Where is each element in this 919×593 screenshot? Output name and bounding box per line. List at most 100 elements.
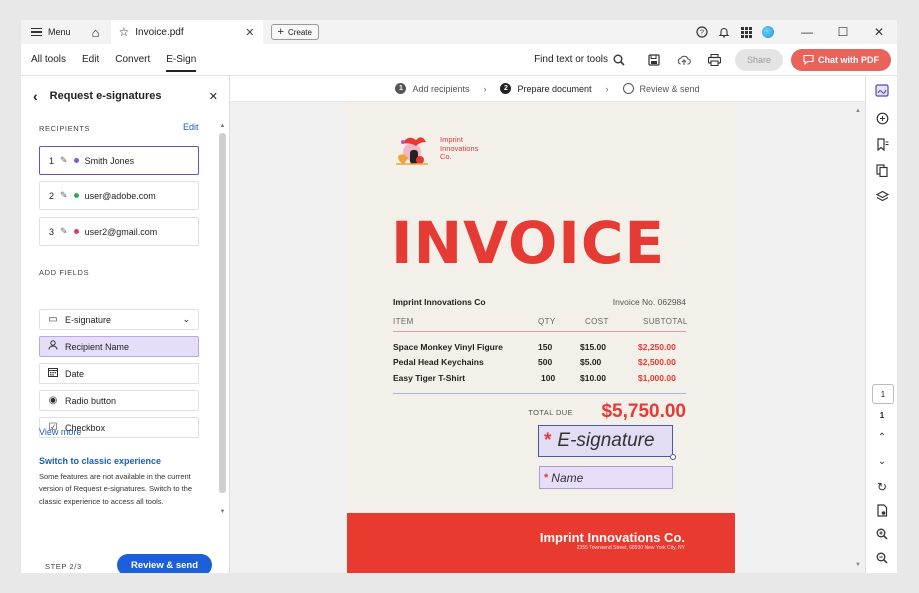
- field-radio-button[interactable]: ◉ Radio button: [39, 390, 199, 411]
- field-recipient-name[interactable]: Recipient Name: [39, 336, 199, 357]
- step-label: Prepare document: [517, 83, 592, 94]
- document-scrollbar[interactable]: ▲ ▼: [853, 102, 863, 573]
- step-add-recipients[interactable]: 1 Add recipients: [395, 83, 469, 94]
- minimize-button[interactable]: —: [789, 20, 825, 44]
- menu-button[interactable]: Menu: [21, 20, 81, 44]
- item-cost: $5.00: [580, 357, 602, 367]
- find-button[interactable]: Find text or tools: [534, 54, 625, 66]
- save-button[interactable]: [639, 46, 669, 74]
- item-subtotal: $1,000.00: [638, 373, 676, 383]
- invoice-company: Imprint Innovations Co: [393, 297, 486, 307]
- zoom-in-icon[interactable]: [866, 528, 897, 543]
- print-button[interactable]: [699, 46, 729, 74]
- switch-classic-link[interactable]: Switch to classic experience: [39, 456, 161, 466]
- step-number: 2: [500, 83, 512, 94]
- chevron-down-icon[interactable]: ⌄: [866, 456, 897, 467]
- recipient-item-1[interactable]: 1 ✎ Smith Jones: [39, 146, 199, 175]
- close-panel-icon[interactable]: ✕: [209, 90, 218, 103]
- invoice-number: Invoice No. 062984: [612, 297, 686, 307]
- review-send-button[interactable]: Review & send: [117, 554, 212, 573]
- chevron-down-icon[interactable]: ⌄: [182, 314, 190, 325]
- e-signature-field[interactable]: * E-signature: [538, 425, 676, 460]
- step-indicator: STEP 2/3: [45, 562, 82, 571]
- edit-recipients-link[interactable]: Edit: [183, 122, 199, 132]
- document-tab[interactable]: ☆ Invoice.pdf ✕: [110, 20, 263, 44]
- name-field[interactable]: * Name: [539, 466, 673, 489]
- footer-company: Imprint Innovations Co.: [539, 530, 685, 545]
- create-button[interactable]: + Create: [270, 24, 319, 40]
- share-button[interactable]: Share: [735, 48, 783, 71]
- item-subtotal: $2,500.00: [638, 357, 676, 367]
- recipient-item-2[interactable]: 2 ✎ user@adobe.com: [39, 181, 199, 210]
- step-prepare-document[interactable]: 2 Prepare document: [500, 83, 592, 94]
- header-divider: [393, 331, 686, 332]
- zoom-out-icon[interactable]: [866, 552, 897, 567]
- item-name: Pedal Head Keychains: [393, 357, 484, 367]
- step-label: Add recipients: [412, 83, 470, 94]
- help-icon[interactable]: ?: [691, 20, 713, 44]
- close-window-button[interactable]: ✕: [861, 20, 897, 44]
- col-subtotal: SUBTOTAL: [643, 317, 688, 326]
- scroll-up-icon[interactable]: ▲: [853, 108, 863, 114]
- field-label: Date: [65, 368, 85, 379]
- col-qty: QTY: [538, 317, 556, 326]
- page-number-input[interactable]: 1: [872, 384, 894, 404]
- maximize-button[interactable]: ☐: [825, 20, 861, 44]
- tab-convert[interactable]: Convert: [107, 44, 158, 76]
- plus-icon: +: [277, 26, 284, 38]
- scroll-up-icon[interactable]: ▲: [218, 123, 227, 129]
- layers-icon[interactable]: [866, 190, 897, 206]
- avatar[interactable]: [757, 20, 779, 44]
- step-number: 1: [395, 83, 407, 94]
- field-date[interactable]: Date: [39, 363, 199, 384]
- logo-text: Imprint Innovations Co.: [440, 135, 478, 162]
- menu-label: Menu: [48, 27, 71, 37]
- esign-tool-icon[interactable]: [866, 84, 897, 100]
- workflow-steps: 1 Add recipients › 2 Prepare document › …: [230, 76, 865, 102]
- page-settings-icon[interactable]: [866, 504, 897, 520]
- bell-icon[interactable]: [713, 20, 735, 44]
- bookmark-icon[interactable]: [866, 138, 897, 154]
- upload-button[interactable]: [669, 46, 699, 74]
- star-icon[interactable]: ☆: [119, 25, 130, 39]
- recipient-color-dot: [73, 193, 79, 198]
- scroll-thumb[interactable]: [219, 133, 226, 493]
- step-review-send[interactable]: Review & send: [622, 83, 700, 94]
- panel-scrollbar[interactable]: ▲ ▼: [218, 123, 227, 518]
- search-icon: [613, 54, 625, 66]
- save-icon: [648, 53, 660, 66]
- calendar-icon: [47, 367, 59, 380]
- recipient-item-3[interactable]: 3 ✎ user2@gmail.com: [39, 217, 199, 246]
- close-tab-icon[interactable]: ✕: [245, 26, 254, 39]
- item-name: Easy Tiger T-Shirt: [393, 373, 466, 383]
- comment-icon[interactable]: [866, 112, 897, 128]
- back-arrow-icon[interactable]: ‹: [33, 88, 38, 104]
- document-area: 1 Add recipients › 2 Prepare document › …: [230, 76, 865, 573]
- main-toolbar: All tools Edit Convert E-Sign Find text …: [21, 44, 897, 76]
- scroll-down-icon[interactable]: ▼: [853, 562, 863, 568]
- person-icon: [47, 340, 59, 353]
- page-total: 1: [879, 411, 885, 420]
- rotate-icon[interactable]: ↻: [866, 480, 897, 494]
- create-label: Create: [287, 27, 312, 37]
- chevron-up-icon[interactable]: ⌃: [866, 432, 897, 443]
- tab-e-sign[interactable]: E-Sign: [158, 44, 204, 76]
- invoice-heading: INVOICE: [391, 209, 666, 277]
- home-button[interactable]: ⌂: [81, 20, 111, 44]
- chevron-right-icon: ›: [605, 83, 609, 94]
- recipient-name: user2@gmail.com: [84, 226, 158, 237]
- tab-edit[interactable]: Edit: [74, 44, 107, 76]
- resize-handle[interactable]: [670, 454, 676, 460]
- apps-icon[interactable]: [735, 20, 757, 44]
- view-more-link[interactable]: View more: [39, 427, 81, 437]
- recipient-name: user@adobe.com: [84, 190, 156, 201]
- app-window: Menu ⌂ ☆ Invoice.pdf ✕ + Create ? — ☐ ✕ …: [21, 20, 897, 573]
- field-e-signature[interactable]: ▭ E-signature ⌄: [39, 309, 199, 330]
- pen-icon: ✎: [60, 226, 68, 236]
- chat-with-pdf-button[interactable]: Chat with PDF: [791, 48, 891, 71]
- tab-all-tools[interactable]: All tools: [21, 44, 74, 76]
- company-logo: [396, 137, 428, 165]
- scroll-down-icon[interactable]: ▼: [218, 509, 227, 515]
- copy-pages-icon[interactable]: [866, 164, 897, 180]
- minimize-icon: —: [801, 25, 813, 39]
